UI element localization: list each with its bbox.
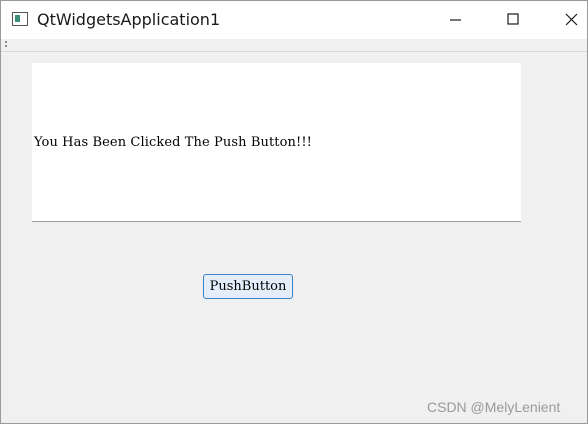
title-bar[interactable]: QtWidgetsApplication1	[1, 1, 587, 39]
csdn-watermark: CSDN @MelyLenient	[427, 399, 561, 415]
push-button[interactable]: PushButton	[203, 274, 293, 299]
toolbar-grip-handle[interactable]	[5, 41, 7, 49]
maximize-icon	[507, 13, 519, 25]
minimize-icon	[450, 19, 461, 21]
close-button[interactable]	[541, 1, 587, 39]
window-app-icon	[12, 12, 28, 26]
window-title: QtWidgetsApplication1	[37, 10, 221, 29]
clicked-message-text: You Has Been Clicked The Push Button!!!	[34, 135, 312, 150]
close-icon	[565, 13, 578, 26]
toolbar-area	[1, 39, 587, 52]
maximize-button[interactable]	[490, 1, 536, 39]
minimize-button[interactable]	[431, 1, 477, 39]
message-text-display[interactable]: You Has Been Clicked The Push Button!!!	[32, 63, 521, 222]
application-window: QtWidgetsApplication1 You Has Been Click…	[0, 0, 588, 424]
